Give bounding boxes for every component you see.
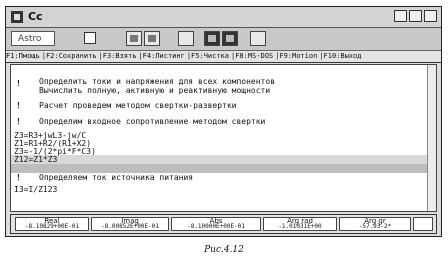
fkey-help[interactable]: F1:Пмощь (6, 52, 42, 60)
paste-icon[interactable] (144, 31, 160, 46)
worksheet[interactable]: ! Определить токи и напряжения для всех … (10, 64, 437, 212)
line-marker: ! (16, 101, 21, 110)
title-bar: Cc (6, 7, 441, 28)
arg-rad-value: -1.01031E+00 (278, 223, 322, 230)
line-marker: ! (16, 79, 21, 88)
worksheet-line[interactable]: Расчет проведем методом свертки-развертк… (39, 101, 236, 110)
fkey-save[interactable]: F2:Сохранить (46, 52, 99, 60)
abs-value: -8.10000E+00E-01 (187, 223, 245, 230)
vertical-scrollbar[interactable] (427, 65, 436, 211)
fkey-clear[interactable]: F5:Чистка (191, 52, 231, 60)
minimize-button[interactable] (394, 10, 407, 22)
app-icon (11, 11, 23, 23)
formula-line[interactable]: Z12=Z1*Z3 (14, 155, 57, 164)
calc-icon[interactable] (204, 31, 220, 46)
worksheet-line[interactable]: Вычислить полную, активную и реактивную … (39, 86, 270, 95)
abs-field: Abs -8.10000E+00E-01 (171, 217, 261, 231)
selected-row (11, 164, 436, 173)
figure-caption: Рис.4.12 (204, 245, 244, 255)
worksheet-line[interactable]: Определить токи и напряжения для всех ко… (39, 77, 275, 86)
line-marker: ! (16, 173, 21, 182)
maximize-button[interactable] (409, 10, 422, 22)
fkey-load[interactable]: F3:Взять (103, 52, 139, 60)
copy-icon[interactable] (126, 31, 142, 46)
formula-line[interactable]: I3=I/Z123 (14, 185, 57, 194)
grid-icon[interactable] (178, 31, 194, 46)
font-combo[interactable]: Astro (11, 31, 55, 46)
imag-field: Imag -8.00852E+00E-01 (91, 217, 169, 231)
help-icon[interactable] (250, 31, 266, 46)
toolbar: Astro (6, 28, 441, 51)
extra-field (413, 217, 433, 231)
fkey-listing[interactable]: F4:Листинг (143, 52, 187, 60)
real-value: -8.10829+00E-01 (24, 223, 80, 230)
worksheet-line[interactable]: Определим входное сопротивление методом … (39, 117, 265, 126)
fkey-exit[interactable]: F10:Выход (324, 52, 364, 60)
window-title: Cc (28, 10, 43, 23)
arg-gr-value: -57.93-2* (358, 223, 392, 230)
function-keys-bar: F1:Пмощь |F2:Сохранить |F3:Взять |F4:Листин… (6, 51, 441, 63)
fkey-dos[interactable]: F8:MS-DOS (235, 52, 275, 60)
checkbox-icon[interactable] (84, 32, 96, 44)
line-marker: ! (16, 117, 21, 126)
app-window: Cc Astro F1:Пмощь |F2:Сохранить |F3:Взять |… (5, 6, 442, 237)
imag-value: -8.00852E+00E-01 (101, 223, 159, 230)
close-button[interactable] (424, 10, 437, 22)
arg-gr-field: Arg gr -57.93-2* (339, 217, 411, 231)
worksheet-line[interactable]: Определяем ток источника питания (39, 173, 193, 182)
result-bar: Real -8.10829+00E-01 Imag -8.00852E+00E-… (10, 214, 437, 234)
row-separator (11, 155, 436, 164)
fkey-motion[interactable]: F9:Мотion (279, 52, 319, 60)
real-field: Real -8.10829+00E-01 (15, 217, 89, 231)
run-icon[interactable] (222, 31, 238, 46)
arg-rad-field: Arg rad -1.01031E+00 (263, 217, 337, 231)
